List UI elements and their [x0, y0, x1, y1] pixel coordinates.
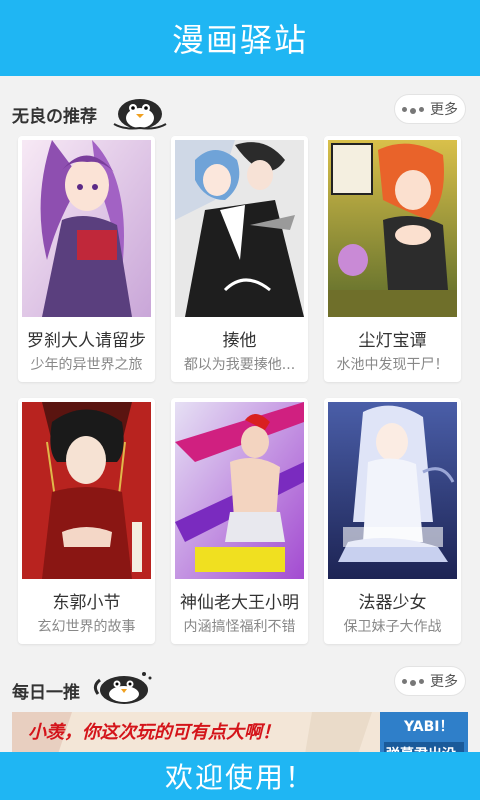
- comic-title: 尘灯宝谭: [358, 331, 427, 351]
- comic-card[interactable]: 神仙老大王小明 内涵搞怪福利不错: [171, 398, 308, 644]
- comic-cover-image: [175, 402, 304, 579]
- comic-cover-image: [175, 140, 304, 317]
- section-header-recommend: 无良の推荐 更多: [0, 76, 480, 136]
- more-button[interactable]: 更多: [394, 666, 466, 696]
- more-dots-icon: [402, 677, 424, 686]
- app-header: 漫画驿站: [0, 0, 480, 76]
- banner-logo: YABI！: [404, 719, 454, 735]
- more-button[interactable]: 更多: [394, 94, 466, 124]
- comic-description: 都以为我要揍他...: [183, 357, 296, 373]
- section-header-daily: 每日一推 更多: [0, 656, 480, 716]
- comic-description: 水池中发现干尸！: [336, 357, 449, 373]
- penguin-mascot-icon: [113, 99, 167, 130]
- comic-card[interactable]: 尘灯宝谭 水池中发现干尸！: [324, 136, 461, 382]
- welcome-footer[interactable]: 欢迎使用！: [0, 752, 480, 800]
- more-label: 更多: [430, 102, 458, 118]
- daily-banner[interactable]: 小羡，你这次玩的可有点大啊！ YABI！ 弹幕君出没: [12, 712, 468, 752]
- section-title: 每日一推: [12, 683, 80, 703]
- main-content[interactable]: 无良の推荐 更多 罗刹大人请留步 少年的异世界之旅 揍他 都以为我要揍他... …: [0, 76, 480, 752]
- comic-cover-image: [22, 402, 151, 579]
- comic-card[interactable]: 罗刹大人请留步 少年的异世界之旅: [18, 136, 155, 382]
- comic-card[interactable]: 揍他 都以为我要揍他...: [171, 136, 308, 382]
- comic-title: 神仙老大王小明: [180, 593, 299, 613]
- comic-description: 少年的异世界之旅: [30, 357, 143, 373]
- section-title: 无良の推荐: [12, 107, 97, 127]
- comic-cover-image: [328, 140, 457, 317]
- comic-title: 揍他: [222, 331, 257, 351]
- comic-description: 内涵搞怪福利不错: [183, 619, 296, 635]
- comic-cover-image: [328, 402, 457, 579]
- more-label: 更多: [430, 674, 458, 690]
- comic-title: 法器少女: [358, 593, 427, 613]
- comic-description: 玄幻世界的故事: [37, 619, 136, 635]
- comic-cover-image: [22, 140, 151, 317]
- comic-card[interactable]: 法器少女 保卫妹子大作战: [324, 398, 461, 644]
- banner-caption: 小羡，你这次玩的可有点大啊！: [28, 722, 280, 743]
- comic-title: 东郭小节: [52, 593, 121, 613]
- welcome-text: 欢迎使用！: [164, 761, 315, 794]
- banner-sub: 弹幕君出没: [386, 744, 456, 752]
- more-dots-icon: [402, 105, 424, 114]
- comic-title: 罗刹大人请留步: [27, 331, 146, 351]
- penguin-mascot-icon: [93, 672, 152, 704]
- app-title: 漫画驿站: [171, 21, 308, 59]
- comic-card[interactable]: 东郭小节 玄幻世界的故事: [18, 398, 155, 644]
- comic-description: 保卫妹子大作战: [343, 619, 442, 635]
